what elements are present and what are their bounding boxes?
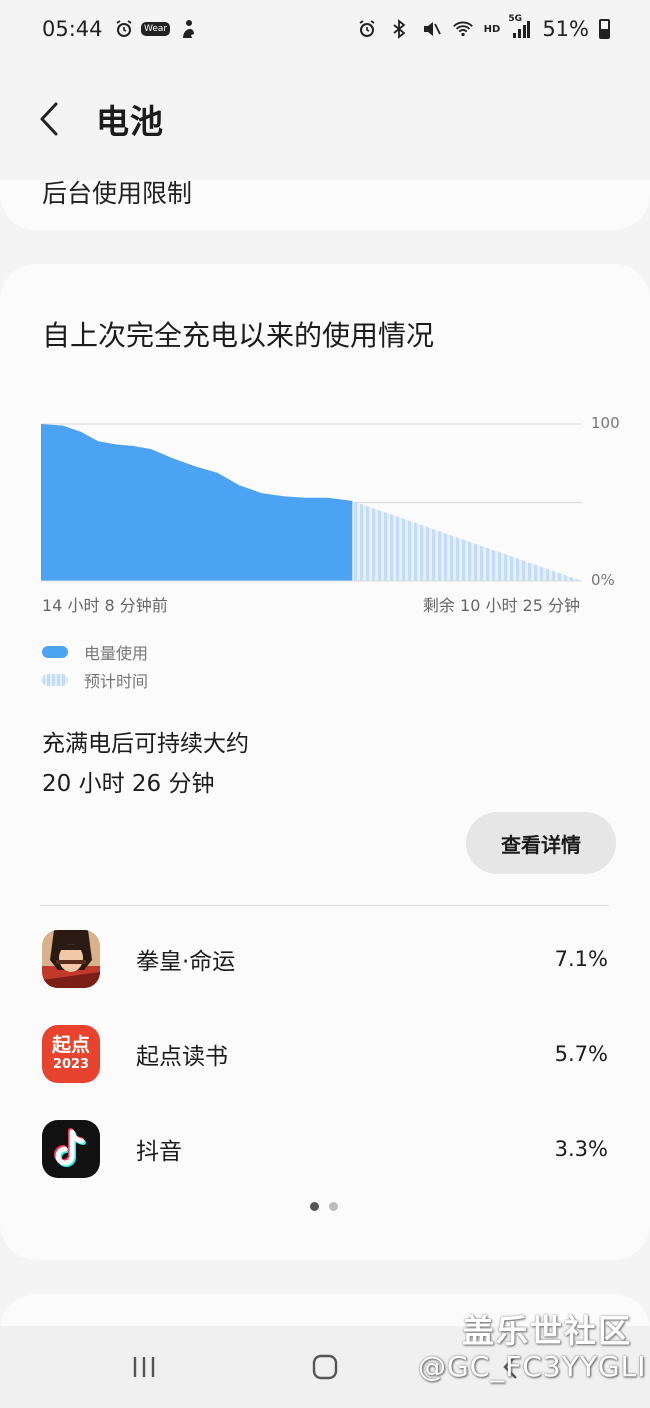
app-percent: 5.7% xyxy=(554,1042,608,1066)
app-percent: 3.3% xyxy=(554,1137,608,1161)
home-icon xyxy=(312,1354,338,1380)
bluetooth-icon xyxy=(388,18,410,40)
chevron-left-icon xyxy=(40,102,58,136)
usage-card: 自上次完全充电以来的使用情况 100 0% 14 小时 8 分钟前 剩余 10 … xyxy=(0,264,650,1260)
series-area-estimated xyxy=(352,500,582,581)
y-tick-label: 0% xyxy=(591,571,615,589)
alarm-icon xyxy=(356,18,378,40)
legend-swatch-estimated xyxy=(42,674,68,686)
page-title: 电池 xyxy=(96,102,164,141)
qidian-icon-year: 2023 xyxy=(52,1057,90,1072)
app-header: 电池 xyxy=(0,58,650,180)
alarm-icon xyxy=(113,18,135,40)
legend-item-estimated: 预计时间 xyxy=(42,666,148,694)
wifi-icon xyxy=(452,18,474,40)
app-name: 拳皇·命运 xyxy=(136,949,236,975)
battery-usage-chart: 100 0% 14 小时 8 分钟前 剩余 10 小时 25 分钟 xyxy=(0,394,650,624)
page-dot xyxy=(329,1202,338,1211)
app-row[interactable]: 抖音 3.3% xyxy=(0,1104,650,1194)
back-button[interactable] xyxy=(38,94,78,144)
status-right: HD 5G 51% xyxy=(356,14,610,41)
legend-label-used: 电量使用 xyxy=(84,644,149,663)
app-name: 抖音 xyxy=(136,1139,182,1165)
watermark-community: 盖乐世社区 xyxy=(462,1312,633,1350)
wear-label: Wear xyxy=(140,22,171,36)
kof-destiny-app-icon xyxy=(42,930,100,988)
x-start-label: 14 小时 8 分钟前 xyxy=(42,596,168,615)
usage-card-title: 自上次完全充电以来的使用情况 xyxy=(42,319,435,352)
estimate-value: 20 小时 26 分钟 xyxy=(42,771,215,797)
y-tick-label: 100 xyxy=(591,414,620,432)
app-row[interactable]: 起点 2023 起点读书 5.7% xyxy=(0,1009,650,1099)
battery-icon xyxy=(599,19,610,39)
qidian-icon-text: 起点 xyxy=(51,1034,90,1056)
x-end-label: 剩余 10 小时 25 分钟 xyxy=(422,596,580,615)
douyin-app-icon xyxy=(42,1120,100,1178)
recent-apps-icon xyxy=(133,1357,155,1377)
app-name: 起点读书 xyxy=(136,1044,228,1070)
divider xyxy=(40,905,609,906)
page-dot xyxy=(310,1202,319,1211)
legend-swatch-used xyxy=(42,646,68,658)
page-indicator xyxy=(310,1202,338,1211)
app-row[interactable]: 拳皇·命运 7.1% xyxy=(0,914,650,1004)
app-percent: 7.1% xyxy=(554,947,608,971)
hd-label: HD xyxy=(483,23,501,35)
watermark-handle: @GC_FC3YYGLI xyxy=(418,1350,647,1383)
qidian-app-icon: 起点 2023 xyxy=(42,1025,100,1083)
person-icon xyxy=(177,18,199,40)
status-left: 05:44 Wear xyxy=(42,17,199,41)
status-bar: 05:44 Wear HD 5G 51% xyxy=(0,0,650,58)
chart-legend: 电量使用 预计时间 xyxy=(42,638,148,694)
series-area-used xyxy=(41,424,353,581)
estimate-label: 充满电后可持续大约 xyxy=(42,731,249,757)
view-details-button[interactable]: 查看详情 xyxy=(466,812,616,874)
chart-canvas xyxy=(41,423,582,582)
wear-icon: Wear xyxy=(140,18,171,40)
battery-percent: 51% xyxy=(542,17,589,41)
recent-apps-button[interactable] xyxy=(124,1352,164,1382)
legend-item-used: 电量使用 xyxy=(42,638,148,666)
mute-icon xyxy=(420,18,442,40)
battery-level xyxy=(601,28,608,37)
network-label: 5G xyxy=(508,14,522,24)
home-button[interactable] xyxy=(305,1352,345,1382)
status-time: 05:44 xyxy=(42,17,103,41)
signal-icon: 5G xyxy=(508,14,532,40)
legend-label-estimated: 预计时间 xyxy=(84,672,149,691)
